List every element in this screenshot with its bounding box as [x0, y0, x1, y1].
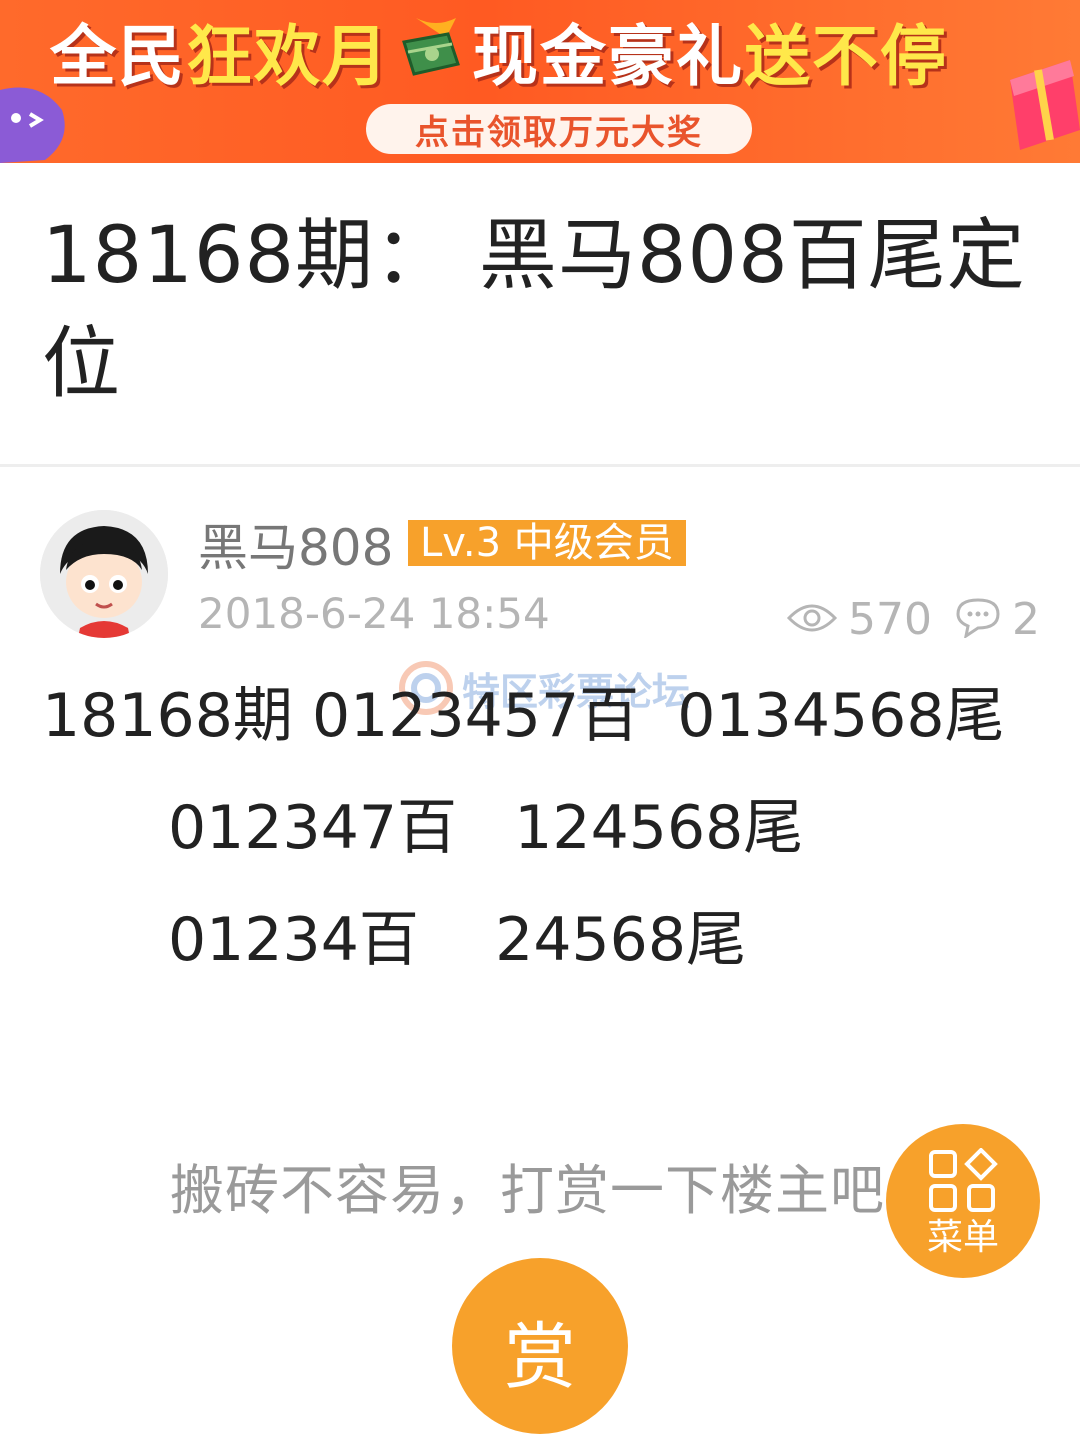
menu-button[interactable]: 菜单: [886, 1124, 1040, 1278]
reward-prompt: 搬砖不容易，打赏一下楼主吧: [170, 1159, 885, 1222]
page-title: 18168期： 黑马808百尾定位: [42, 211, 1026, 409]
banner-title-part3: 现金豪礼: [472, 18, 744, 95]
banner-headline: 全民 狂欢月 现金豪礼 送不停: [50, 6, 1040, 96]
avatar[interactable]: [40, 510, 168, 638]
divider: [0, 464, 1080, 467]
gift-box-icon: [1010, 60, 1080, 150]
banner-title-part2: 狂欢月: [186, 18, 390, 95]
reward-button[interactable]: 赏: [452, 1258, 628, 1434]
claim-prize-button[interactable]: 点击领取万元大奖: [366, 104, 752, 154]
author-name[interactable]: 黑马808: [198, 518, 393, 578]
cash-icon: [402, 18, 460, 76]
comment-count: 2: [1012, 594, 1040, 645]
promo-banner[interactable]: 全民 狂欢月 现金豪礼 送不停 点击领取万元大奖: [0, 0, 1080, 163]
content-line-2: 012347百 124568尾: [168, 793, 804, 863]
level-badge: Lv.3 中级会员: [408, 520, 686, 566]
post-time: 2018-6-24 18:54: [198, 589, 550, 638]
avatar-image: [40, 510, 168, 638]
banner-title-part4: 送不停: [744, 18, 948, 95]
view-count: 570: [848, 594, 932, 645]
content-line-3: 01234百 24568尾: [168, 905, 747, 975]
menu-label: 菜单: [926, 1217, 999, 1258]
grid-menu-icon: [929, 1148, 998, 1212]
comment-icon[interactable]: [954, 596, 1002, 638]
content-line-1: 18168期 0123457百 0134568尾: [42, 681, 1005, 751]
banner-title-part1: 全民: [50, 18, 186, 95]
eye-icon: [786, 604, 838, 632]
